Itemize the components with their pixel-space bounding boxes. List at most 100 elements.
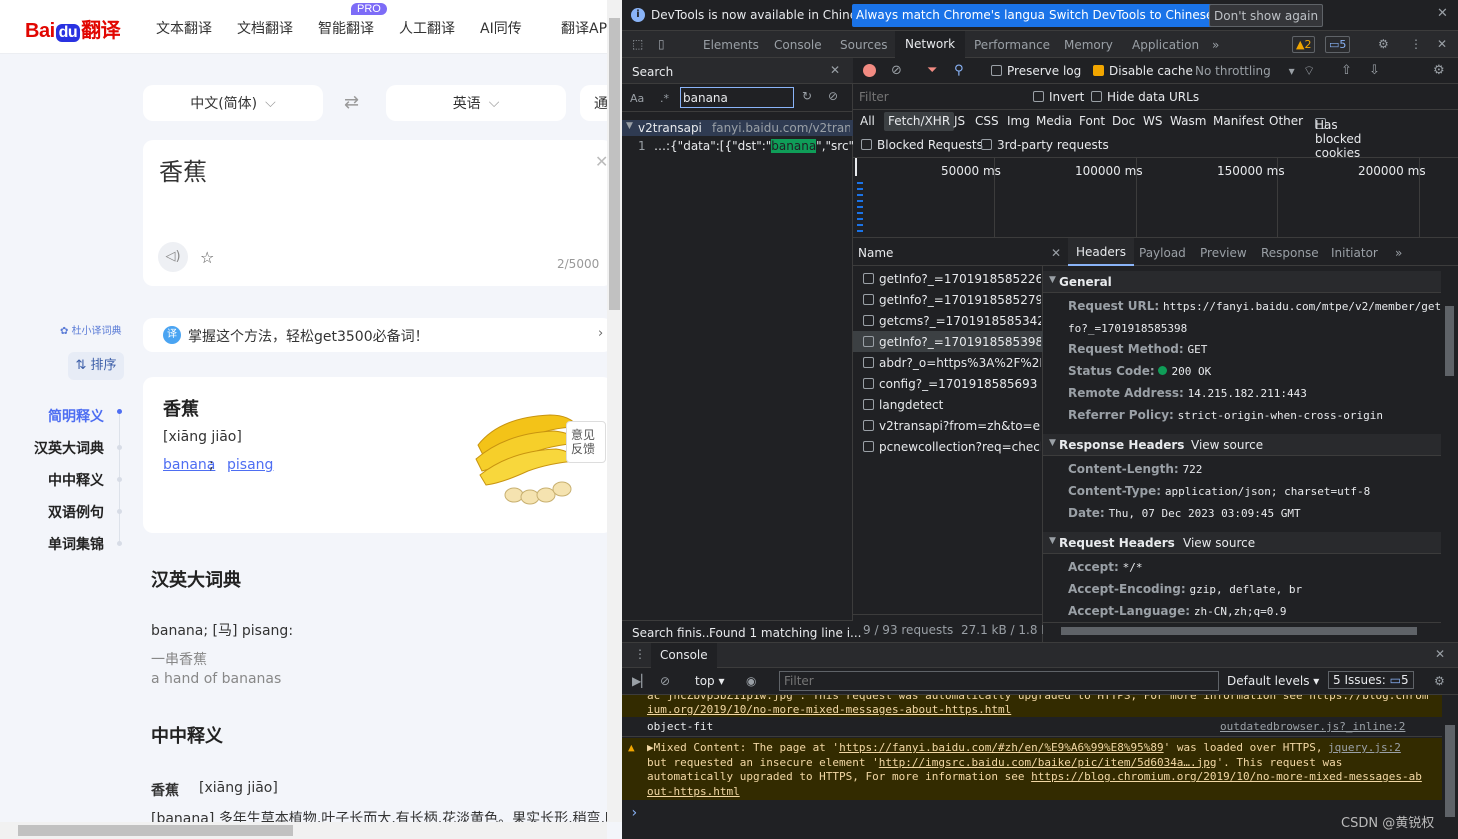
value[interactable]: https://fanyi.baidu.com/mtpe/v2/member/g… <box>1163 300 1454 313</box>
detail-vertical-scrollbar[interactable] <box>1441 266 1458 622</box>
sidebar-toggle-icon[interactable]: ▶▏ <box>632 674 650 688</box>
search-icon[interactable]: ⚲ <box>954 63 964 78</box>
hide-data-urls-checkbox[interactable]: Hide data URLs <box>1091 90 1199 104</box>
invert-checkbox[interactable]: Invert <box>1033 90 1084 104</box>
context-select[interactable]: top ▾ <box>695 674 725 688</box>
clear-search-icon[interactable]: ⊘ <box>828 89 838 103</box>
swap-languages-icon[interactable]: ⇄ <box>344 92 359 113</box>
sidenav-wordset[interactable]: 单词集锦 <box>48 534 104 554</box>
tab-network[interactable]: Network <box>895 31 966 58</box>
message-badge[interactable]: ▭5 <box>1325 36 1351 53</box>
blocked-requests-checkbox[interactable]: Blocked Requests <box>861 138 983 152</box>
nav-smart-translate[interactable]: 智能翻译 <box>318 18 399 38</box>
view-source-button[interactable]: View source <box>1183 536 1255 550</box>
tab-application[interactable]: Application <box>1132 38 1199 52</box>
nav-ai-interpret[interactable]: AI同传 <box>480 18 561 38</box>
request-row[interactable]: config?_=1701918585693 <box>853 373 1043 394</box>
refresh-icon[interactable]: ↻ <box>802 89 812 103</box>
console-settings-icon[interactable]: ⚙ <box>1434 674 1445 688</box>
live-expression-eye-icon[interactable]: ◉ <box>746 674 756 688</box>
message-link[interactable]: https://blog.chromium.org/2019/10/no-mor… <box>1031 770 1422 783</box>
tab-memory[interactable]: Memory <box>1064 38 1113 52</box>
warning-badge[interactable]: ▲2 <box>1292 36 1316 53</box>
detail-horizontal-scrollbar[interactable] <box>1043 622 1441 638</box>
message-source-link[interactable]: outdatedbrowser.js?_inline:2 <box>1220 717 1405 737</box>
type-wasm[interactable]: Wasm <box>1170 114 1206 128</box>
match-language-button[interactable]: Always match Chrome's language <box>852 4 1064 27</box>
request-row-selected[interactable]: getInfo?_=1701918585398 <box>853 331 1043 352</box>
record-icon[interactable] <box>863 64 876 77</box>
type-ws[interactable]: WS <box>1143 114 1162 128</box>
console-scrollbar[interactable] <box>1442 695 1458 839</box>
match-case-toggle[interactable]: Aa <box>630 92 644 105</box>
nav-text-translate[interactable]: 文本翻译 <box>156 18 237 38</box>
value[interactable]: GET <box>1188 343 1208 356</box>
tab-elements[interactable]: Elements <box>703 38 759 52</box>
message-link[interactable]: http://imgsrc.baidu.com/baike/pic/item/5… <box>879 756 1217 769</box>
value[interactable]: 722 <box>1183 463 1203 476</box>
close-detail-icon[interactable]: ✕ <box>1051 246 1061 260</box>
feedback-button[interactable]: 意见反馈 <box>566 421 606 463</box>
nav-human-translate[interactable]: 人工翻译 <box>399 18 480 38</box>
nav-doc-translate[interactable]: 文档翻译 <box>237 18 318 38</box>
value[interactable]: zh-CN,zh;q=0.9 <box>1194 605 1287 618</box>
search-result-file[interactable]: ▼ v2transapi fanyi.baidu.com/v2transapi <box>622 120 853 136</box>
switch-chinese-button[interactable]: Switch DevTools to Chinese <box>1045 4 1218 27</box>
import-har-icon[interactable]: ⇧ <box>1341 63 1352 78</box>
close-icon[interactable]: ✕ <box>1437 6 1448 21</box>
third-party-checkbox[interactable]: 3rd-party requests <box>981 138 1109 152</box>
value[interactable]: Thu, 07 Dec 2023 03:09:45 GMT <box>1109 507 1301 520</box>
more-tabs-icon[interactable]: » <box>1212 38 1219 52</box>
scrollbar-thumb[interactable] <box>609 18 620 310</box>
value[interactable]: 14.215.182.211:443 <box>1188 387 1307 400</box>
sidenav-hanying[interactable]: 汉英大词典 <box>34 438 104 458</box>
close-devtools-icon[interactable]: ✕ <box>1437 37 1447 51</box>
value[interactable]: gzip, deflate, br <box>1190 583 1303 596</box>
value[interactable]: 200 OK <box>1171 365 1211 378</box>
console-tab[interactable]: Console <box>651 643 717 668</box>
issues-button[interactable]: 5 Issues: ▭5 <box>1328 671 1414 689</box>
type-css[interactable]: CSS <box>975 114 999 128</box>
request-row[interactable]: pcnewcollection?req=check <box>853 436 1043 457</box>
meaning-link-pisang[interactable]: pisang <box>227 457 273 473</box>
type-doc[interactable]: Doc <box>1112 114 1135 128</box>
settings-gear-icon[interactable]: ⚙ <box>1378 37 1389 51</box>
network-filter-input[interactable] <box>855 87 1020 107</box>
inspect-icon[interactable]: ⬚ <box>632 37 643 51</box>
tab-sources[interactable]: Sources <box>840 38 887 52</box>
request-row[interactable]: v2transapi?from=zh&to=en <box>853 415 1043 436</box>
request-row[interactable]: getInfo?_=1701918585279 <box>853 289 1043 310</box>
value[interactable]: fo?_=1701918585398 <box>1068 322 1187 335</box>
clear-console-icon[interactable]: ⊘ <box>660 674 670 688</box>
type-media[interactable]: Media <box>1036 114 1072 128</box>
name-column-header[interactable]: Name <box>853 238 1043 266</box>
preserve-log-checkbox[interactable]: Preserve log <box>991 64 1081 78</box>
star-icon[interactable]: ☆ <box>200 248 214 267</box>
source-text[interactable]: 香蕉 <box>159 152 207 187</box>
value[interactable]: application/json; charset=utf-8 <box>1165 485 1370 498</box>
type-all[interactable]: All <box>860 114 875 128</box>
sidenav-zhongzhong[interactable]: 中中释义 <box>48 470 104 490</box>
regex-toggle[interactable]: .* <box>660 92 669 105</box>
scrollbar-thumb[interactable] <box>1061 627 1417 635</box>
disable-cache-checkbox[interactable]: Disable cache <box>1093 64 1193 78</box>
tab-console[interactable]: Console <box>774 38 822 52</box>
message-link[interactable]: https://fanyi.baidu.com/#zh/en/%E9%A6%99… <box>839 741 1164 754</box>
console-filter-input[interactable] <box>779 671 1219 691</box>
source-language-select[interactable]: 中文(简体) ⌵ <box>143 85 323 121</box>
request-row[interactable]: getcms?_=1701918585342&... <box>853 310 1043 331</box>
message-link[interactable]: ium.org/2019/10/no-more-mixed-messages-a… <box>647 703 1442 717</box>
sidenav-examples[interactable]: 双语例句 <box>48 502 104 522</box>
meaning-link-banana[interactable]: banana <box>163 457 215 473</box>
search-result-line[interactable]: 1 …:{"data":[{"dst":"banana","src":"\u9… <box>622 138 853 154</box>
scrollbar-thumb[interactable] <box>1445 306 1454 376</box>
sidenav-brief[interactable]: 简明释义 <box>48 406 104 426</box>
tab-preview[interactable]: Preview <box>1200 246 1247 260</box>
message-link[interactable]: out-https.html <box>647 785 740 798</box>
console-prompt[interactable]: › <box>630 805 638 821</box>
network-conditions-icon[interactable]: ⌔ <box>1303 63 1315 79</box>
type-other[interactable]: Other <box>1269 114 1303 128</box>
page-vertical-scrollbar[interactable] <box>607 0 622 822</box>
network-settings-icon[interactable]: ⚙ <box>1433 63 1445 78</box>
general-section-header[interactable]: ▼ General <box>1043 271 1441 293</box>
